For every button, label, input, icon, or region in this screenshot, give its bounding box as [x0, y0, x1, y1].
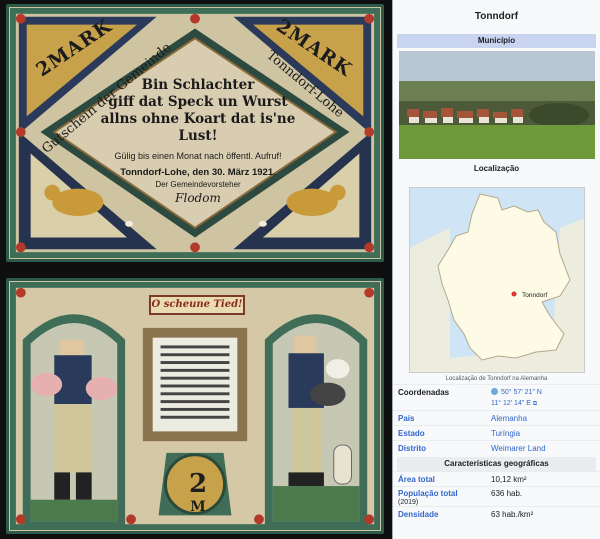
town-photo[interactable] — [399, 51, 595, 159]
globe-icon — [491, 388, 498, 395]
verse-line-3: allns ohne Koart dat is'ne Lust! — [100, 111, 296, 144]
validity-text: Gülig bis einen Monat nach öffentl. Aufr… — [114, 151, 282, 161]
country-row: País Alemanha — [393, 410, 600, 425]
back-banner: O scheune Tied! — [149, 295, 245, 315]
coordinates-label: Coordenadas — [398, 388, 450, 397]
location-map[interactable]: Tonndorf — [409, 187, 585, 373]
note-center-text: Bin Schlachter giff dat Speck un Wurst a… — [93, 77, 303, 205]
population-value: 636 hab. — [491, 489, 523, 498]
dateline: Tonndorf-Lohe, den 30. März 1921. — [120, 167, 276, 178]
coordinates-value[interactable]: 50° 57′ 21″ N 11° 12′ 14″ E ⧉ — [491, 387, 542, 410]
infobox-title: Tonndorf — [474, 11, 519, 22]
district-value[interactable]: Weimarer Land — [491, 441, 546, 456]
country-value[interactable]: Alemanha — [491, 411, 527, 426]
map-caption: Localização de Tonndorf na Alemanha — [445, 376, 548, 382]
coordinates-row: Coordenadas 50° 57′ 21″ N 11° 12′ 14″ E … — [393, 384, 600, 410]
back-mark: M — [190, 499, 206, 515]
state-label[interactable]: Estado — [398, 426, 425, 441]
population-label[interactable]: População total — [398, 489, 458, 498]
density-value: 63 hab./km² — [491, 510, 534, 519]
external-link-icon: ⧉ — [532, 401, 538, 407]
banknote-front: 2MARK 2MARK Gutschein der Gemeinde Tonnd… — [6, 4, 384, 262]
coord-lon: 11° 12′ 14″ E — [491, 400, 531, 407]
signer-title: Der Gemeindevorsteher — [155, 180, 241, 189]
signature: Flodom — [175, 191, 221, 205]
geo-section-header: Características geográficas — [397, 457, 596, 471]
location-heading: Localização — [473, 164, 520, 173]
back-value: 2 — [188, 469, 208, 499]
area-label[interactable]: Área total — [398, 472, 435, 487]
germany-map — [410, 188, 584, 372]
banknote-back: O scheune Tied! 2 M — [6, 278, 384, 534]
area-value: 10,12 km² — [491, 475, 527, 484]
country-label[interactable]: País — [398, 411, 414, 426]
population-label-block: População total (2019) — [398, 489, 458, 507]
density-row: Densidade 63 hab./km² — [393, 506, 600, 521]
infobox-type[interactable]: Município — [397, 34, 596, 48]
verse-line-1: Bin Schlachter — [141, 77, 255, 93]
coord-lat: 50° 57′ 21″ N — [501, 389, 542, 396]
infobox: Tonndorf Município Localização Tonndorf … — [392, 0, 600, 539]
map-marker-label: Tonndorf — [522, 292, 548, 299]
district-row: Distrito Weimarer Land — [393, 440, 600, 455]
state-value[interactable]: Turíngia — [491, 426, 520, 441]
density-label[interactable]: Densidade — [398, 507, 438, 522]
verse-line-2: giff dat Speck un Wurst — [108, 94, 288, 110]
district-label[interactable]: Distrito — [398, 441, 426, 456]
town-photo-image — [399, 51, 595, 159]
state-row: Estado Turíngia — [393, 425, 600, 440]
notgeld-image: 2MARK 2MARK Gutschein der Gemeinde Tonnd… — [0, 0, 392, 539]
area-row: Área total 10,12 km² — [393, 471, 600, 486]
population-row: População total (2019) 636 hab. — [393, 486, 600, 506]
